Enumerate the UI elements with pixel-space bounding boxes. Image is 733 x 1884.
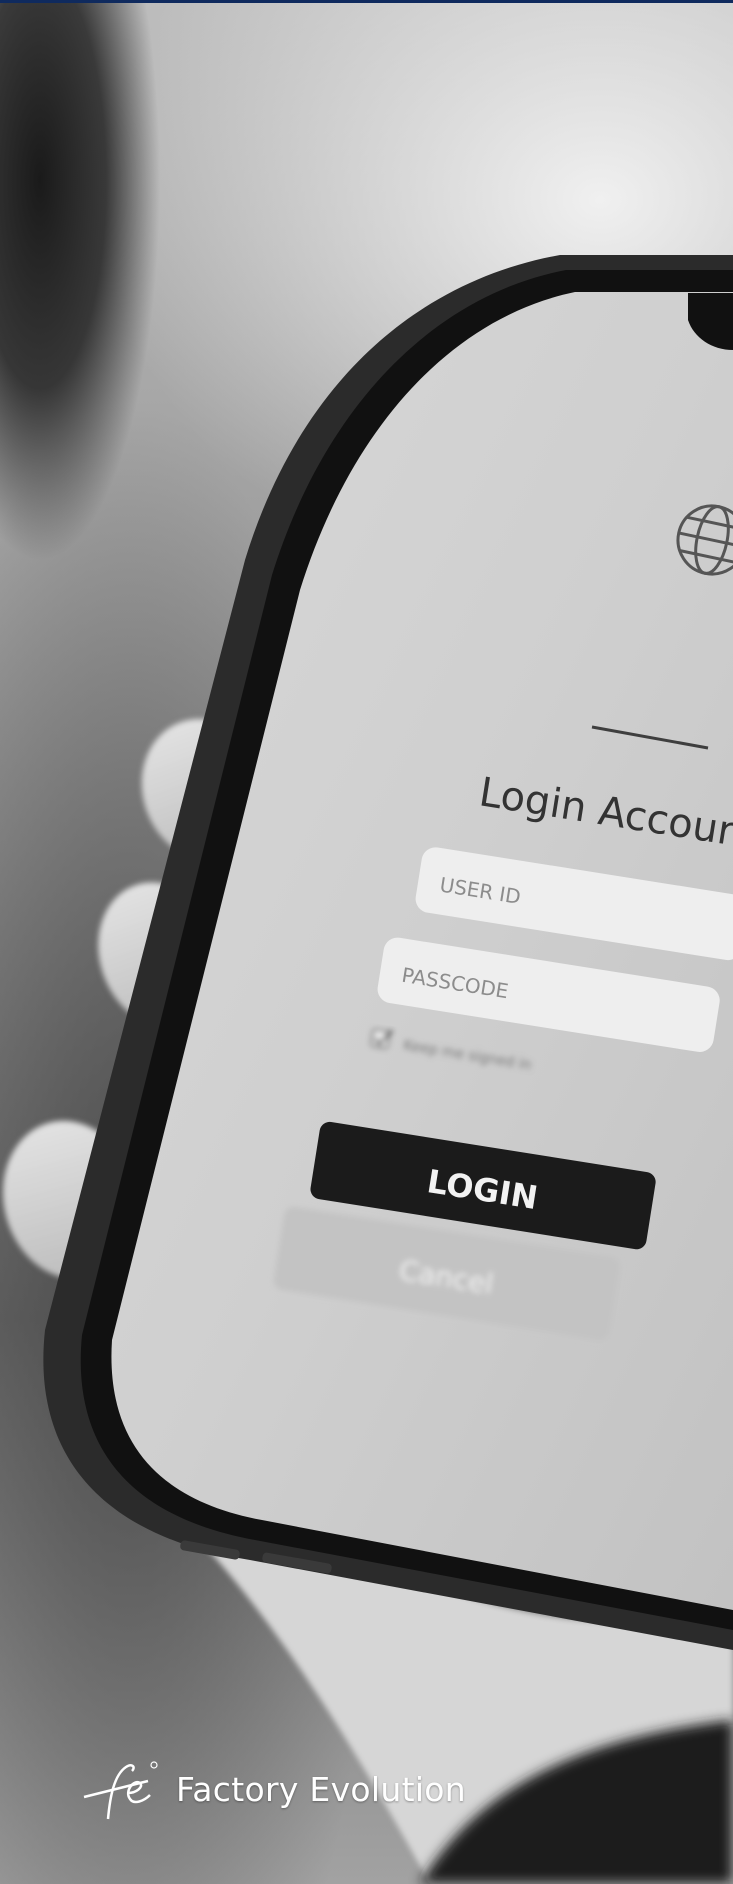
top-accent-bar — [0, 0, 733, 3]
brand-footer: fe Factory Evolution — [78, 1752, 466, 1826]
background-photo: Login Accour USER ID PASSCODE Keep me si… — [0, 0, 733, 1884]
svg-text:fe: fe — [78, 1757, 79, 1758]
brand-name: Factory Evolution — [176, 1769, 466, 1809]
fe-logo-icon: fe — [78, 1757, 158, 1820]
checkbox-checked-icon — [370, 1028, 391, 1049]
